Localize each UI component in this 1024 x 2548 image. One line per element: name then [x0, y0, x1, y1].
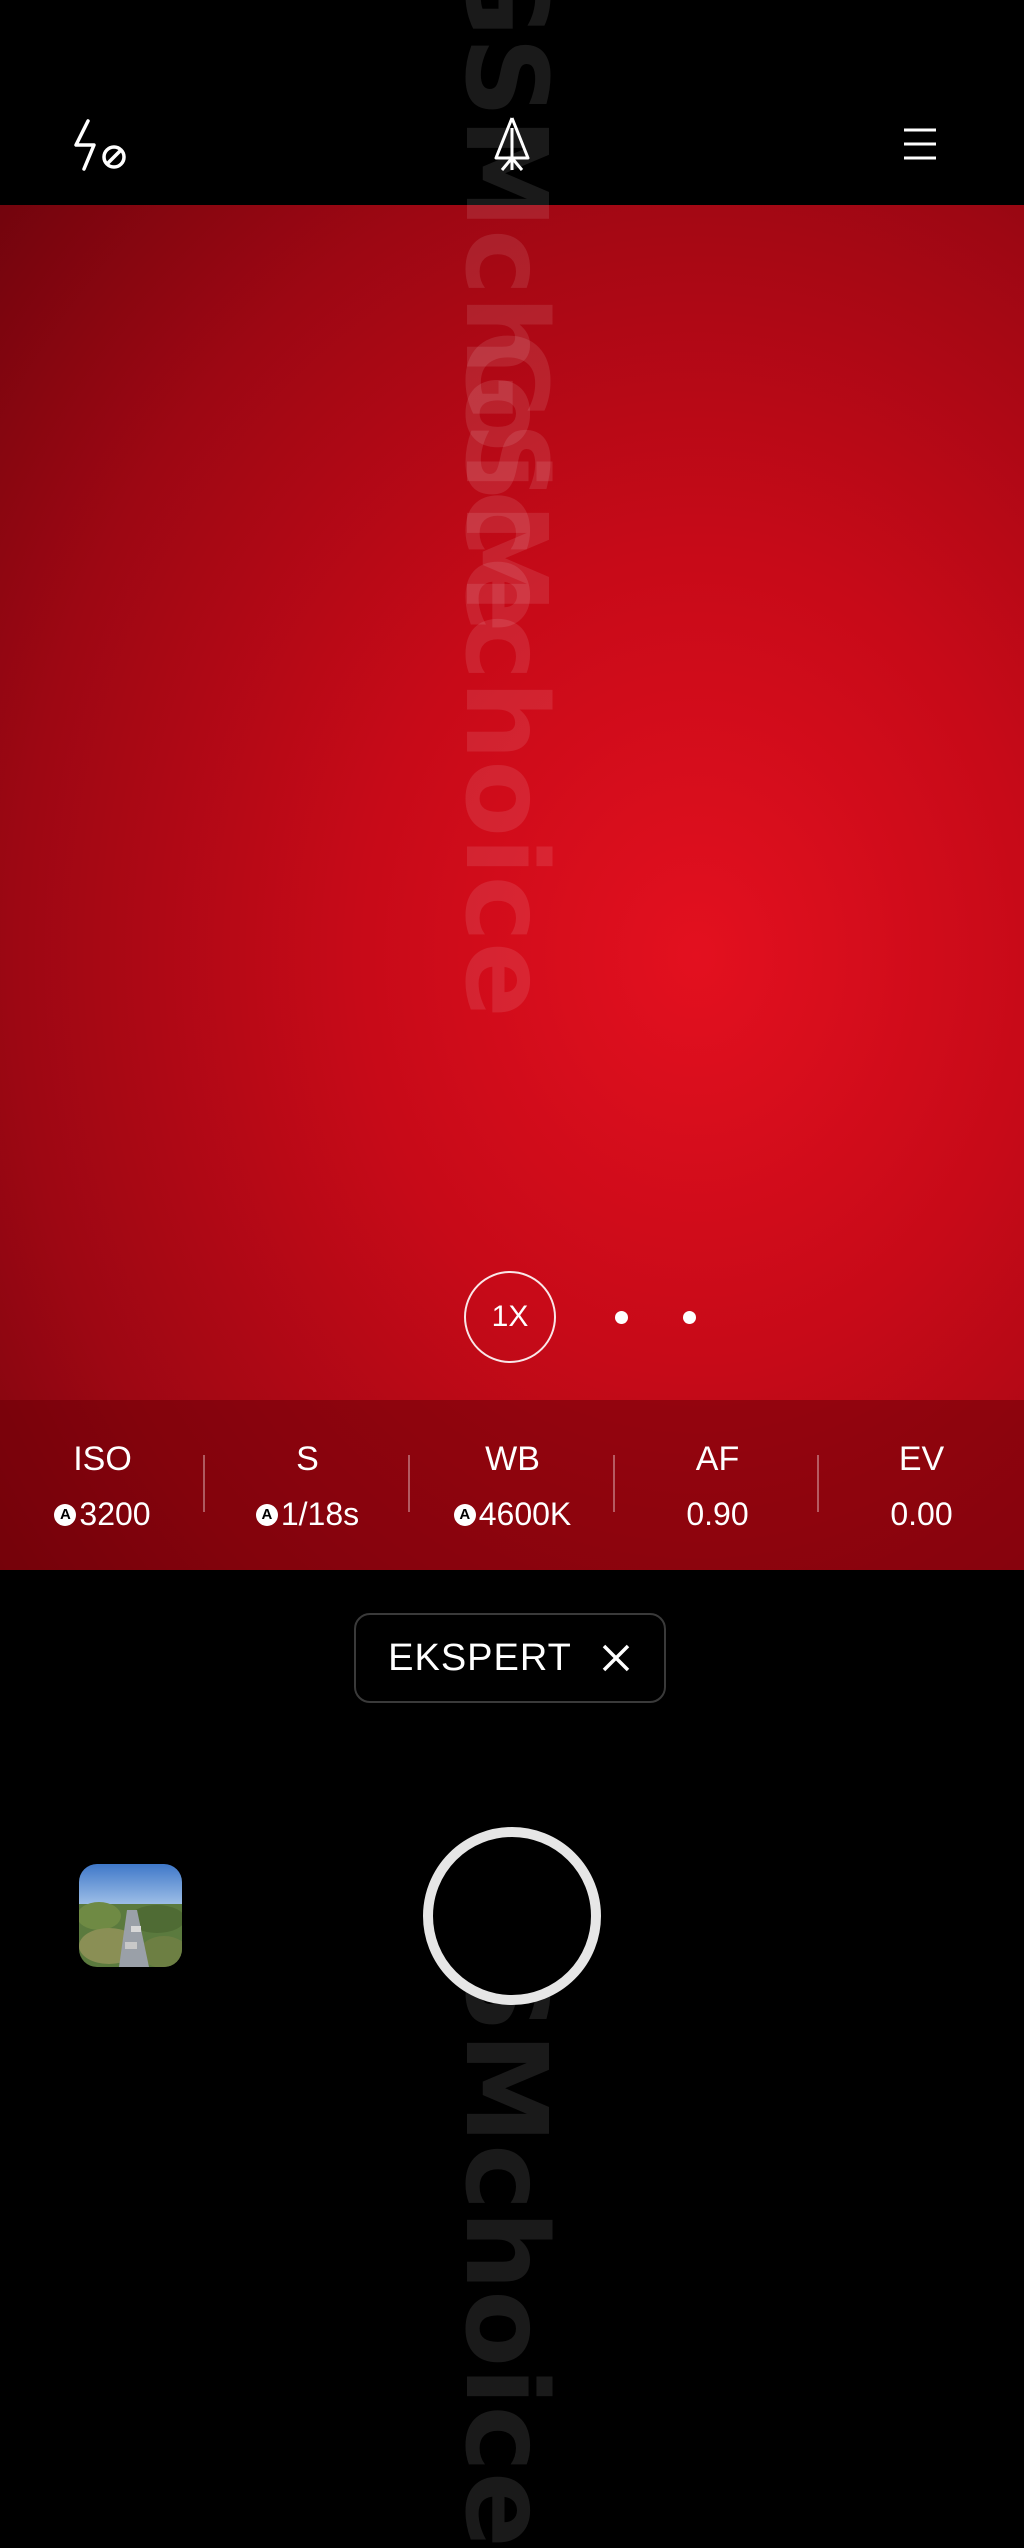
param-ev[interactable]: EV 0.00: [819, 1400, 1024, 1570]
tree-icon[interactable]: [472, 106, 552, 182]
divider: [613, 1455, 615, 1512]
shutter-button[interactable]: [423, 1827, 601, 2005]
param-af[interactable]: AF 0.90: [615, 1400, 820, 1570]
pro-params-bar: ISO A 3200 S A 1/18s WB A 4600K AF 0.90 …: [0, 1400, 1024, 1570]
param-label: S: [296, 1440, 319, 1478]
camera-viewfinder[interactable]: [0, 205, 1024, 1570]
auto-badge-icon: A: [453, 1503, 476, 1526]
top-bar: [0, 0, 1024, 205]
zoom-option-dot[interactable]: [615, 1311, 628, 1324]
param-label: ISO: [73, 1440, 132, 1478]
param-value: A 1/18s: [205, 1496, 410, 1533]
param-label: AF: [695, 1440, 740, 1478]
mode-label: EKSPERT: [388, 1636, 572, 1679]
param-iso[interactable]: ISO A 3200: [0, 1400, 205, 1570]
flash-off-icon[interactable]: [62, 110, 142, 180]
param-shutter[interactable]: S A 1/18s: [205, 1400, 410, 1570]
auto-badge-icon: A: [255, 1503, 278, 1526]
zoom-option-dot[interactable]: [683, 1311, 696, 1324]
menu-icon[interactable]: [880, 114, 960, 174]
param-label: EV: [898, 1440, 945, 1478]
param-wb[interactable]: WB A 4600K: [410, 1400, 615, 1570]
param-value: 0.00: [890, 1496, 953, 1532]
param-value: A 3200: [0, 1496, 205, 1533]
param-value: A 4600K: [410, 1496, 615, 1533]
auto-badge-icon: A: [54, 1503, 77, 1526]
param-label: WB: [485, 1440, 540, 1478]
divider: [203, 1455, 205, 1512]
mode-pill: EKSPERT: [354, 1613, 666, 1703]
close-icon[interactable]: [600, 1642, 632, 1674]
param-value: 0.90: [686, 1496, 749, 1532]
gallery-thumbnail[interactable]: [79, 1864, 182, 1967]
divider: [817, 1455, 819, 1512]
zoom-1x-button[interactable]: 1X: [464, 1271, 556, 1363]
divider: [408, 1455, 410, 1512]
